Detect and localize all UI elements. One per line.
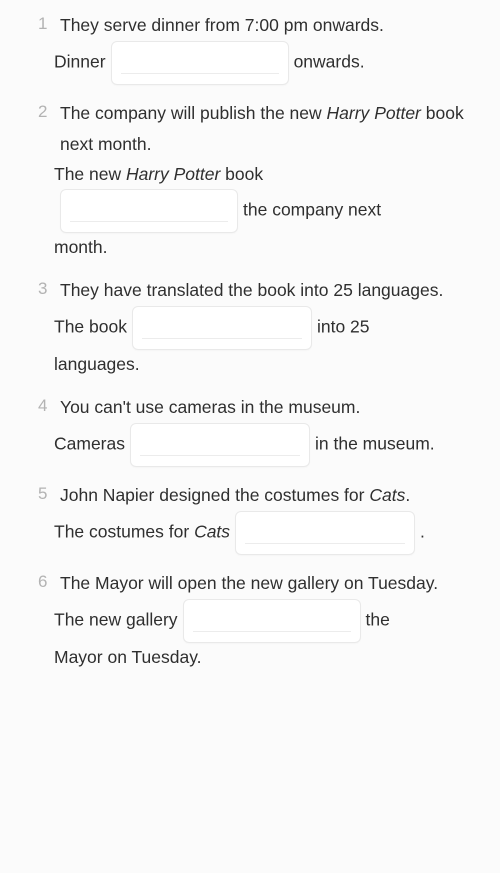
answer-text-before: The costumes for [54, 521, 195, 542]
answer-text-end: Mayor on Tuesday. [54, 647, 202, 667]
answer-line: Dinner onwards. [38, 41, 486, 85]
exercise-item-4: 4 You can't use cameras in the museum. C… [0, 392, 500, 467]
answer-text-end: languages. [54, 354, 140, 374]
prompt-text-1: The company will publish the new [60, 103, 327, 123]
answer-text-mid: book [220, 164, 264, 184]
answer-text-before: Dinner [54, 51, 106, 72]
question-number: 1 [38, 14, 48, 33]
answer-text-after: onwards. [293, 51, 365, 72]
prompt-title-part-2: Potter [374, 103, 421, 123]
answer-text-after: . [420, 521, 425, 542]
prompt-title-part-1: Harry [326, 103, 370, 123]
question-number: 6 [38, 572, 48, 591]
answer-line: The costumes for Cats. [38, 511, 486, 555]
answer-line: The new Harry Potter book the company nex… [38, 160, 486, 262]
answer-text-before: The book [54, 316, 127, 337]
question-number: 4 [38, 396, 48, 415]
question-number: 2 [38, 102, 48, 121]
question-prompt: They serve dinner from 7:00 pm onwards. [60, 15, 384, 35]
answer-line: The new gallery the Mayor on Tuesday. [38, 599, 486, 672]
answer-blank-input[interactable] [182, 599, 361, 643]
answer-text-after: the company next [243, 199, 382, 220]
answer-line: Cameras in the museum. [38, 423, 486, 467]
answer-text-before: Cameras [54, 433, 125, 454]
exercise-worksheet: 1 They serve dinner from 7:00 pm onwards… [0, 0, 500, 672]
prompt-text-2: . [405, 485, 411, 505]
exercise-item-2: 2 The company will publish the new Harry… [0, 98, 500, 262]
answer-blank-input[interactable] [131, 306, 312, 350]
answer-text-after: in the museum. [315, 433, 435, 454]
question-number: 5 [38, 484, 48, 503]
question-prompt: John Napier designed the costumes for Ca… [38, 480, 486, 511]
answer-text-after: into 25 [316, 316, 370, 337]
exercise-item-5: 5 John Napier designed the costumes for … [0, 480, 500, 555]
answer-blank-input[interactable] [130, 423, 310, 467]
answer-text-before: The new [54, 164, 126, 184]
answer-title: Harry Potter [125, 164, 221, 184]
answer-line: The book into 25 languages. [38, 306, 486, 379]
answer-blank-input[interactable] [60, 189, 238, 233]
answer-text-after: the [365, 609, 390, 630]
prompt-text-1: John Napier designed the costumes for [60, 485, 370, 505]
question-prompt: The Mayor will open the new gallery on T… [60, 573, 439, 593]
answer-blank-input[interactable] [235, 511, 416, 555]
exercise-item-1: 1 They serve dinner from 7:00 pm onwards… [0, 10, 500, 85]
exercise-item-3: 3 They have translated the book into 25 … [0, 275, 500, 379]
answer-text-end: month. [54, 237, 108, 257]
answer-text-before: The new gallery [54, 609, 178, 630]
answer-blank-input[interactable] [110, 41, 289, 85]
question-prompt: You can't use cameras in the museum. [60, 397, 361, 417]
answer-title: Cats [194, 521, 231, 542]
question-prompt: They have translated the book into 25 la… [60, 280, 444, 300]
prompt-title: Cats [369, 485, 406, 505]
question-number: 3 [38, 279, 48, 298]
question-prompt: The company will publish the new Harry P… [38, 98, 486, 160]
exercise-item-6: 6 The Mayor will open the new gallery on… [0, 568, 500, 672]
